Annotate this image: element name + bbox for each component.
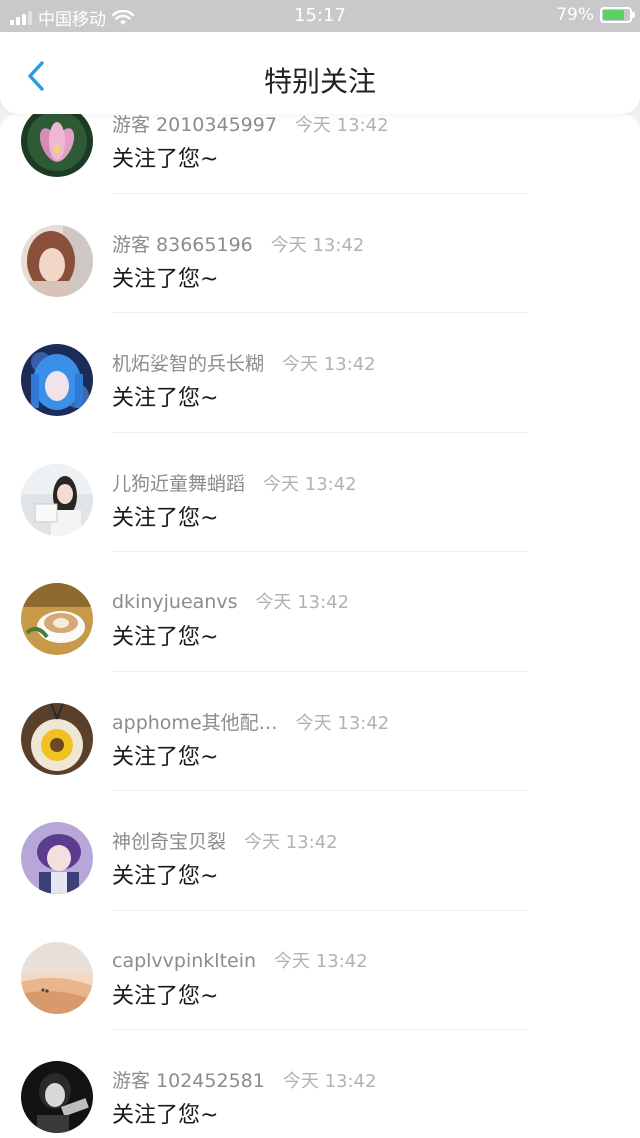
message-text: 关注了您~ xyxy=(112,505,219,531)
list-item[interactable]: apphome其他配… 今天 13:42 关注了您~ xyxy=(0,672,640,791)
avatar[interactable] xyxy=(21,114,93,177)
item-header: dkinyjueanvs 今天 13:42 xyxy=(112,588,612,614)
woman-reading-image xyxy=(21,463,93,536)
item-text: 游客 83665196 今天 13:42 关注了您~ xyxy=(112,230,612,293)
message-text: 关注了您~ xyxy=(112,983,219,1009)
message-text: 关注了您~ xyxy=(112,386,219,411)
message-text: 关注了您~ xyxy=(112,625,219,650)
message-text: 关注了您~ xyxy=(112,1103,219,1128)
page-title: 特别关注 xyxy=(263,65,376,98)
timestamp: 今天 13:42 xyxy=(282,1071,377,1092)
item-text: 机炻娑智的兵长糊 今天 13:42 关注了您~ xyxy=(112,349,612,412)
battery-percent: 79% xyxy=(556,5,594,25)
username[interactable]: 游客 83665196 xyxy=(112,230,253,257)
battery-level xyxy=(603,10,624,20)
item-header: 机炻娑智的兵长糊 今天 13:42 xyxy=(112,349,612,375)
timestamp: 今天 13:42 xyxy=(294,115,389,136)
list-item[interactable]: 游客 102452581 今天 13:42 关注了您~ xyxy=(0,1030,640,1138)
item-text: 神创奇宝贝裂 今天 13:42 关注了您~ xyxy=(112,827,612,890)
item-text: dkinyjueanvs 今天 13:42 关注了您~ xyxy=(112,588,612,651)
username[interactable]: 儿狗近童舞蛸蹈 xyxy=(112,469,245,496)
status-right: 79% xyxy=(556,5,635,25)
item-header: 神创奇宝贝裂 今天 13:42 xyxy=(112,827,612,853)
beach-scene-image xyxy=(21,941,93,1014)
username[interactable]: caplvvpinkltein xyxy=(112,950,256,972)
item-text: apphome其他配… 今天 13:42 关注了您~ xyxy=(112,708,612,771)
item-header: caplvvpinkltein 今天 13:42 xyxy=(112,947,612,973)
timestamp: 今天 13:42 xyxy=(282,354,376,375)
timestamp: 今天 13:42 xyxy=(295,712,390,734)
avatar[interactable] xyxy=(21,1061,93,1133)
timestamp: 今天 13:42 xyxy=(255,592,350,613)
item-text: caplvvpinkltein 今天 13:42 关注了您~ xyxy=(112,947,612,1010)
item-header: 游客 102452581 今天 13:42 xyxy=(112,1066,612,1092)
username[interactable]: 神创奇宝贝裂 xyxy=(112,827,226,854)
item-header: 游客 2010345997 今天 13:42 xyxy=(112,114,612,136)
username[interactable]: 游客 102452581 xyxy=(112,1066,265,1093)
item-header: apphome其他配… 今天 13:42 xyxy=(112,708,612,734)
avatar[interactable] xyxy=(21,583,93,655)
timestamp: 今天 13:42 xyxy=(270,234,365,256)
item-text: 游客 102452581 今天 13:42 关注了您~ xyxy=(112,1066,612,1129)
username[interactable]: 游客 2010345997 xyxy=(112,114,277,137)
list-item[interactable]: caplvvpinkltein 今天 13:42 关注了您~ xyxy=(0,911,640,1030)
list-item[interactable]: 游客 2010345997 今天 13:42 关注了您~ xyxy=(0,114,640,194)
username[interactable]: 机炻娑智的兵长糊 xyxy=(112,349,264,376)
anime-blue-hair-image xyxy=(21,344,93,416)
message-text: 关注了您~ xyxy=(112,266,219,292)
lotus-flower-image xyxy=(21,114,93,177)
item-header: 游客 83665196 今天 13:42 xyxy=(112,230,612,256)
item-text: 儿狗近童舞蛸蹈 今天 13:42 关注了您~ xyxy=(112,469,612,532)
timestamp: 今天 13:42 xyxy=(244,832,338,853)
latte-cup-image xyxy=(21,583,93,655)
item-text: 游客 2010345997 今天 13:42 关注了您~ xyxy=(112,114,612,173)
list-item[interactable]: 机炻娑智的兵长糊 今天 13:42 关注了您~ xyxy=(0,313,640,433)
list-item[interactable]: 游客 83665196 今天 13:42 关注了您~ xyxy=(0,194,640,313)
username[interactable]: apphome其他配… xyxy=(112,708,278,735)
avatar[interactable] xyxy=(21,941,93,1014)
list-item[interactable]: 神创奇宝贝裂 今天 13:42 关注了您~ xyxy=(0,791,640,911)
bw-portrait-image xyxy=(21,1061,93,1133)
message-text: 关注了您~ xyxy=(112,744,219,770)
avatar[interactable] xyxy=(21,702,93,775)
status-time: 15:17 xyxy=(294,5,346,26)
status-bar: 中国移动 15:17 79% xyxy=(0,0,640,32)
message-text: 关注了您~ xyxy=(112,864,219,889)
timestamp: 今天 13:42 xyxy=(274,950,368,972)
timestamp: 今天 13:42 xyxy=(263,473,357,495)
username[interactable]: dkinyjueanvs xyxy=(112,591,237,613)
message-text: 关注了您~ xyxy=(112,147,219,172)
item-header: 儿狗近童舞蛸蹈 今天 13:42 xyxy=(112,469,612,495)
follow-list-content: 游客 2010345997 今天 13:42 关注了您~ 游客 83665196… xyxy=(0,114,640,1138)
girl-portrait-image xyxy=(21,224,93,297)
battery-icon xyxy=(600,7,635,23)
nav-bar: 特别关注 xyxy=(0,32,640,114)
list-item[interactable]: dkinyjueanvs 今天 13:42 关注了您~ xyxy=(0,552,640,672)
avatar[interactable] xyxy=(21,344,93,416)
avatar[interactable] xyxy=(21,822,93,894)
list-item[interactable]: 儿狗近童舞蛸蹈 今天 13:42 关注了您~ xyxy=(0,433,640,552)
anime-boy-image xyxy=(21,822,93,894)
sunflower-pendant-image xyxy=(21,702,93,775)
avatar[interactable] xyxy=(21,224,93,297)
follow-list[interactable]: 游客 2010345997 今天 13:42 关注了您~ 游客 83665196… xyxy=(0,114,640,1138)
screen: 中国移动 15:17 79% 特别关注 游客 2010345997 今天 13:… xyxy=(0,0,640,1138)
avatar[interactable] xyxy=(21,463,93,536)
